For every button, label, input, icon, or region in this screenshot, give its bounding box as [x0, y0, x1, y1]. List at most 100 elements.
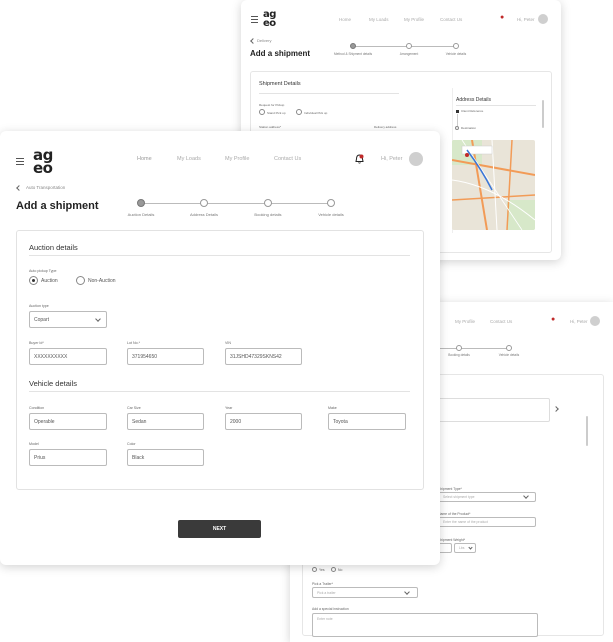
nav-my-profile[interactable]: My Profile [404, 17, 424, 22]
shipment-type-label: Shipment Type* [438, 487, 462, 491]
car-size-label: Car Size [127, 406, 141, 410]
instruction-label: Add a special instruction [312, 607, 349, 611]
individual-pickup-label: Individual Pick up [304, 111, 328, 115]
step-1-dot[interactable] [137, 199, 145, 207]
breadcrumb[interactable]: Delivery [257, 38, 271, 43]
origin-line [457, 114, 458, 126]
condition-label: Condition [29, 406, 45, 410]
instruction-textarea[interactable]: Enter note [312, 613, 538, 637]
step-3-dot[interactable] [453, 43, 459, 49]
avatar[interactable] [590, 316, 600, 326]
nav-my-loads[interactable]: My Loads [369, 17, 389, 22]
weight-unit-select[interactable]: Lbs [454, 543, 476, 553]
auction-type-label: Auction type [29, 304, 49, 308]
pickup-type-label: Auto pickup Type [29, 269, 57, 273]
auction-radio-label: Auction [41, 278, 58, 284]
divider [29, 391, 410, 392]
panel-scrollbar[interactable] [542, 100, 544, 128]
vin-input[interactable]: 31JSHD47329SKNS42 [225, 348, 302, 365]
address-panel-title: Address Details [456, 97, 492, 103]
route-map[interactable] [452, 140, 535, 230]
stepper-line [141, 203, 331, 204]
step-3-label: Booking details [448, 353, 470, 357]
stand-pickup-radio[interactable] [259, 109, 265, 115]
condition-input[interactable]: Operable [29, 413, 107, 430]
stepper-line [353, 46, 457, 47]
nav-contact-us[interactable]: Contact Us [274, 156, 301, 162]
logo: ag eo [263, 9, 276, 29]
shipment-weight-input[interactable] [438, 543, 452, 553]
station-address-label: Station address* [259, 125, 282, 129]
shipment-type-select[interactable]: Select shipment type [438, 492, 536, 502]
logo: ag eo [33, 146, 53, 177]
breadcrumb[interactable]: Auto Transportation [26, 185, 65, 190]
step-2-label: Address Details [189, 212, 219, 217]
pickup-label: Request for Pickup [259, 103, 285, 107]
year-label: Year [225, 406, 233, 410]
step-4-dot[interactable] [506, 345, 512, 351]
no-radio[interactable] [331, 567, 336, 572]
destination-label: Destination [461, 126, 477, 130]
color-label: Color [127, 442, 136, 446]
step-2-dot[interactable] [406, 43, 412, 49]
vin-label: VIN [225, 341, 231, 345]
non-auction-radio-label: Non-Auction [88, 278, 116, 284]
car-size-input[interactable]: Sedan [127, 413, 204, 430]
step-4-label: Vehicle details [498, 353, 520, 357]
notification-bell-icon[interactable]: ● [551, 316, 555, 323]
year-input[interactable]: 2000 [225, 413, 302, 430]
stepper-line [440, 348, 510, 349]
next-button[interactable]: NEXT [178, 520, 261, 538]
buyer-id-input[interactable]: XXXXXXXXXX [29, 348, 107, 365]
step-4-label: Vehicle details [318, 212, 344, 217]
address-divider [456, 105, 536, 106]
nav-home[interactable]: Home [137, 156, 152, 162]
back-chevron-icon[interactable] [16, 185, 22, 191]
no-label: No [338, 568, 343, 572]
product-name-label: Name of the Product* [438, 512, 471, 516]
individual-pickup-radio[interactable] [296, 109, 302, 115]
non-auction-radio[interactable] [76, 276, 85, 285]
step-3-label: Vehicle details [445, 52, 467, 56]
trailer-select[interactable]: Pick a trailer [312, 587, 418, 598]
buyer-id-label: Buyer Id* [29, 341, 44, 345]
section-title: Shipment Details [259, 81, 301, 87]
avatar[interactable] [538, 14, 548, 24]
make-label: Make [328, 406, 337, 410]
model-input[interactable]: Prius [29, 449, 107, 466]
back-chevron-icon[interactable] [250, 38, 256, 44]
nav-my-profile[interactable]: My Profile [225, 156, 249, 162]
step-3-dot[interactable] [456, 345, 462, 351]
lot-no-label: Lot No.* [127, 341, 140, 345]
make-input[interactable]: Toyota [328, 413, 406, 430]
user-greeting: Hi, Peter [517, 17, 535, 22]
menu-icon[interactable] [251, 16, 258, 25]
nav-contact-us[interactable]: Contact Us [440, 17, 462, 22]
nav-my-profile[interactable]: My Profile [455, 319, 475, 324]
step-3-dot[interactable] [264, 199, 272, 207]
nav-home[interactable]: Home [339, 17, 351, 22]
origin-marker-icon [456, 110, 459, 113]
avatar[interactable] [409, 152, 423, 166]
auction-radio[interactable] [29, 276, 38, 285]
menu-icon[interactable] [16, 158, 24, 167]
destination-marker-icon [455, 126, 459, 130]
step-2-label: Arrangement [399, 52, 419, 56]
notification-bell-icon[interactable] [355, 154, 364, 166]
step-2-dot[interactable] [200, 199, 208, 207]
nav-contact-us[interactable]: Contact Us [490, 319, 512, 324]
notification-bell-icon[interactable]: ● [500, 14, 504, 21]
step-1-label: Method & Shipment details [333, 52, 373, 56]
origin-label: Client Reference [461, 109, 484, 113]
color-input[interactable]: Black [127, 449, 204, 466]
auction-details-screen: ag eo Home My Loads My Profile Contact Us… [0, 131, 440, 565]
user-greeting: Hi, Peter [570, 319, 588, 324]
step-1-dot[interactable] [350, 43, 356, 49]
step-4-dot[interactable] [327, 199, 335, 207]
divider [29, 255, 410, 256]
product-name-input[interactable]: Enter the name of the product [438, 517, 536, 527]
nav-my-loads[interactable]: My Loads [177, 156, 201, 162]
yes-radio[interactable] [312, 567, 317, 572]
lot-no-input[interactable]: 371954650 [127, 348, 204, 365]
panel-scrollbar[interactable] [586, 416, 588, 446]
